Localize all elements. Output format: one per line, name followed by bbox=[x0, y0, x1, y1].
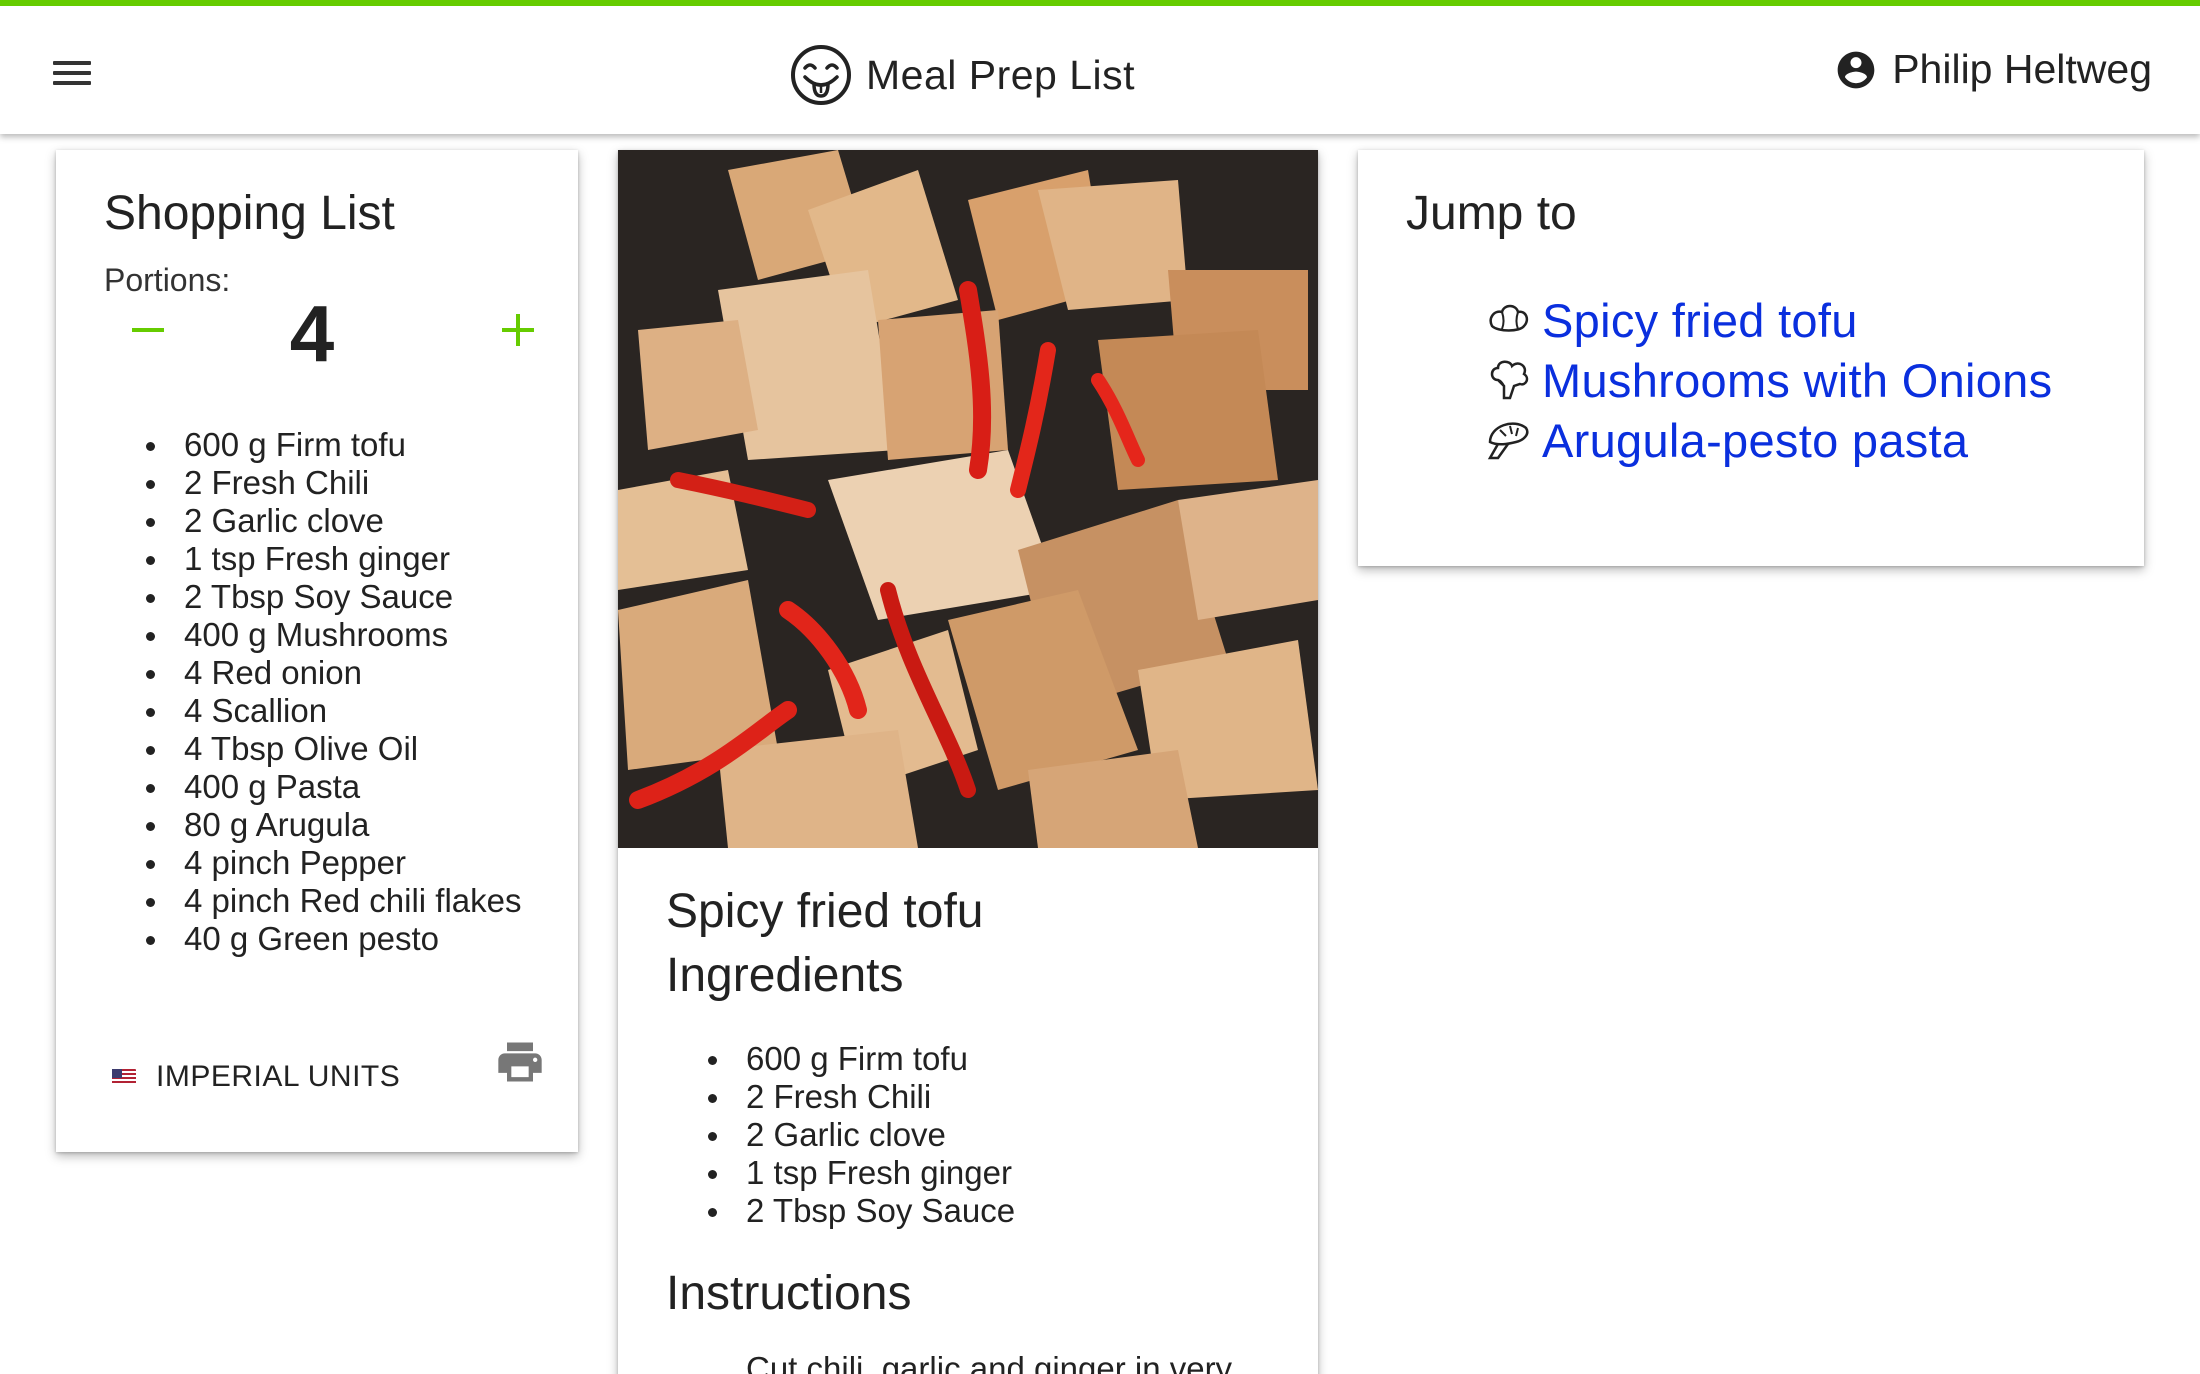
list-item: 40 g Green pesto bbox=[104, 920, 522, 958]
jump-to-list: Spicy fried tofu Mushrooms with Onions A… bbox=[1484, 290, 2052, 470]
ingredients-heading: Ingredients bbox=[666, 949, 904, 1002]
jump-link-mushrooms-with-onions[interactable]: Mushrooms with Onions bbox=[1542, 353, 2052, 408]
jump-to-card: Jump to Spicy fried tofu Mushrooms with … bbox=[1358, 150, 2144, 566]
recipe-title: Spicy fried tofu Ingredients bbox=[666, 880, 983, 1008]
jump-link-spicy-fried-tofu[interactable]: Spicy fried tofu bbox=[1542, 293, 1858, 348]
jump-item-mushrooms-with-onions: Mushrooms with Onions bbox=[1484, 350, 2052, 410]
menu-icon[interactable] bbox=[42, 48, 102, 98]
app-title: Meal Prep List bbox=[866, 51, 1136, 98]
list-item: 600 g Firm tofu bbox=[666, 1040, 1015, 1078]
list-item: 4 Tbsp Olive Oil bbox=[104, 730, 522, 768]
recipe-name: Spicy fried tofu bbox=[666, 885, 984, 938]
broccoli-icon bbox=[1490, 360, 1529, 400]
list-item: 4 pinch Red chili flakes bbox=[104, 882, 522, 920]
decrease-portions-button[interactable] bbox=[132, 328, 164, 332]
increase-portions-button[interactable] bbox=[502, 314, 534, 346]
imperial-units-label: IMPERIAL UNITS bbox=[156, 1060, 401, 1093]
mushroom-icon bbox=[1487, 422, 1529, 460]
instructions-heading: Instructions bbox=[666, 1267, 912, 1320]
list-item: 4 pinch Pepper bbox=[104, 844, 522, 882]
tofu-icon bbox=[1489, 304, 1529, 332]
list-item: 80 g Arugula bbox=[104, 806, 522, 844]
list-item: 4 Red onion bbox=[104, 654, 522, 692]
list-item: 2 Garlic clove bbox=[104, 502, 522, 540]
recipe-card: Spicy fried tofu Ingredients 600 g Firm … bbox=[618, 150, 1318, 1374]
shopping-list-items: 600 g Firm tofu 2 Fresh Chili 2 Garlic c… bbox=[104, 426, 522, 958]
user-name: Philip Heltweg bbox=[1892, 46, 2152, 92]
portions-count: 4 bbox=[289, 289, 335, 378]
list-item: 600 g Firm tofu bbox=[104, 426, 522, 464]
list-item: 1 tsp Fresh ginger bbox=[666, 1154, 1015, 1192]
list-item: 4 Scallion bbox=[104, 692, 522, 730]
account-circle-icon bbox=[1837, 51, 1875, 88]
app-bar: Meal Prep List Philip Heltweg bbox=[0, 0, 2200, 134]
portions-label: Portions: bbox=[104, 262, 231, 298]
card-actions: IMPERIAL UNITS bbox=[112, 1042, 542, 1094]
portions-stepper: 4 bbox=[132, 294, 534, 378]
list-item: 2 Fresh Chili bbox=[666, 1078, 1015, 1116]
jump-to-title: Jump to bbox=[1406, 187, 1577, 240]
jump-item-arugula-pesto-pasta: Arugula-pesto pasta bbox=[1484, 410, 2052, 470]
recipe-ingredients: 600 g Firm tofu 2 Fresh Chili 2 Garlic c… bbox=[666, 1040, 1015, 1230]
brand[interactable]: Meal Prep List bbox=[790, 30, 1135, 120]
list-item: 2 Tbsp Soy Sauce bbox=[104, 578, 522, 616]
jump-item-spicy-fried-tofu: Spicy fried tofu bbox=[1484, 290, 2052, 350]
user-menu[interactable]: Philip Heltweg bbox=[1834, 46, 2152, 93]
shopping-list-card: Shopping List Portions: 4 600 g Firm tof… bbox=[56, 150, 578, 1152]
imperial-units-button[interactable]: IMPERIAL UNITS bbox=[112, 1060, 400, 1094]
list-item: 400 g Mushrooms bbox=[104, 616, 522, 654]
shopping-list-title: Shopping List bbox=[104, 187, 395, 240]
list-item: 2 Tbsp Soy Sauce bbox=[666, 1192, 1015, 1230]
jump-link-arugula-pesto-pasta[interactable]: Arugula-pesto pasta bbox=[1542, 413, 1968, 468]
recipe-photo bbox=[618, 150, 1318, 848]
list-item: 1 tsp Fresh ginger bbox=[104, 540, 522, 578]
instruction-step: Cut chili, garlic and ginger in very bbox=[746, 1350, 1233, 1374]
list-item: 400 g Pasta bbox=[104, 768, 522, 806]
us-flag-icon bbox=[112, 1069, 136, 1085]
list-item: 2 Fresh Chili bbox=[104, 464, 522, 502]
print-icon[interactable] bbox=[494, 1036, 546, 1088]
smiley-tongue-icon bbox=[791, 45, 851, 105]
list-item: 2 Garlic clove bbox=[666, 1116, 1015, 1154]
